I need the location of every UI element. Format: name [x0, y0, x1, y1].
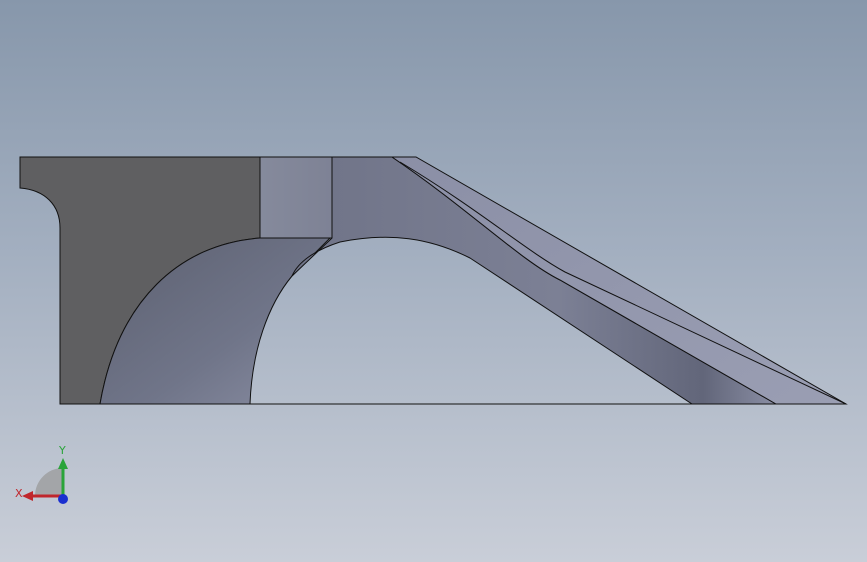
axis-triad: Y X	[10, 438, 80, 508]
x-axis-arrow	[22, 491, 33, 501]
y-axis-label: Y	[58, 444, 66, 457]
top-block-face	[259, 156, 333, 239]
slope-face	[390, 156, 848, 405]
z-axis-dot	[58, 494, 68, 504]
graphics-viewport[interactable]: Y X	[0, 0, 867, 562]
y-axis-arrow	[58, 458, 68, 469]
x-axis-label: X	[15, 487, 23, 500]
ramp-face	[291, 156, 778, 405]
part-model[interactable]	[0, 0, 867, 562]
triad-quarter-disc	[35, 468, 63, 496]
